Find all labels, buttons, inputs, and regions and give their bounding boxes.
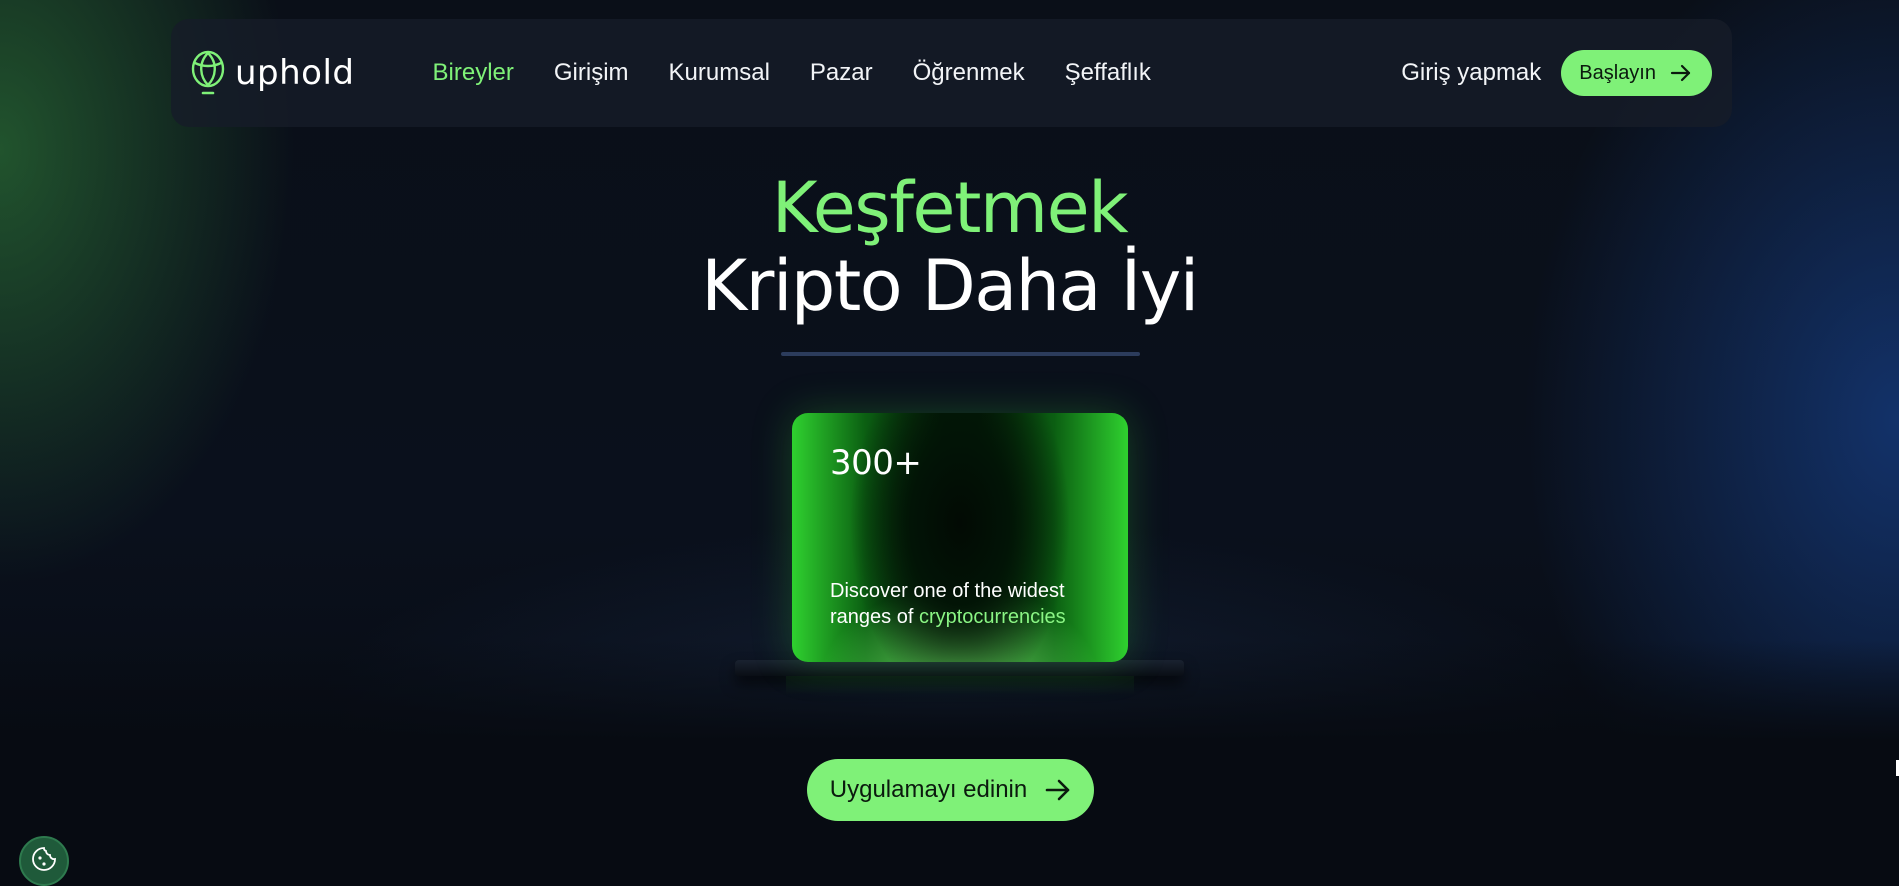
- card-stage-reflection: [786, 676, 1134, 694]
- arrow-right-icon: [1045, 779, 1070, 801]
- login-link[interactable]: Giriş yapmak: [1401, 59, 1541, 87]
- card-stage: [735, 660, 1184, 676]
- nav-item-kurumsal[interactable]: Kurumsal: [669, 59, 770, 87]
- crypto-count-card: 300+ Discover one of the widest ranges o…: [792, 413, 1128, 662]
- get-app-button[interactable]: Uygulamayı edinin: [807, 759, 1094, 821]
- crypto-count-description: Discover one of the widest ranges of cry…: [830, 578, 1110, 630]
- main-nav: Bireyler Girişim Kurumsal Pazar Öğrenmek…: [433, 59, 1151, 87]
- start-button[interactable]: Başlayın: [1561, 50, 1712, 96]
- crypto-count-value: 300+: [830, 443, 922, 483]
- nav-item-pazar[interactable]: Pazar: [810, 59, 873, 87]
- nav-item-seffaflik[interactable]: Şeffaflık: [1065, 59, 1151, 87]
- crypto-count-description-accent: cryptocurrencies: [918, 606, 1066, 628]
- cookie-icon: [32, 847, 56, 871]
- cookie-settings-button[interactable]: [19, 836, 69, 886]
- start-button-label: Başlayın: [1579, 61, 1656, 84]
- hero-heading-accent: Keşfetmek: [771, 167, 1129, 249]
- uphold-logo-icon: [191, 50, 225, 95]
- nav-item-ogrenmek[interactable]: Öğrenmek: [913, 59, 1025, 87]
- hero-divider: [781, 352, 1140, 356]
- nav-item-girisim[interactable]: Girişim: [554, 59, 629, 87]
- brand-logo-link[interactable]: uphold: [191, 49, 355, 97]
- hero-heading: Kripto Daha İyi: [701, 245, 1199, 327]
- nav-item-bireyler[interactable]: Bireyler: [433, 59, 514, 87]
- nav-actions: Giriş yapmak Başlayın: [1401, 50, 1712, 96]
- brand-name: uphold: [235, 53, 355, 93]
- top-navbar: uphold Bireyler Girişim Kurumsal Pazar Ö…: [171, 19, 1732, 127]
- get-app-button-label: Uygulamayı edinin: [829, 776, 1028, 803]
- arrow-right-icon: [1670, 64, 1691, 82]
